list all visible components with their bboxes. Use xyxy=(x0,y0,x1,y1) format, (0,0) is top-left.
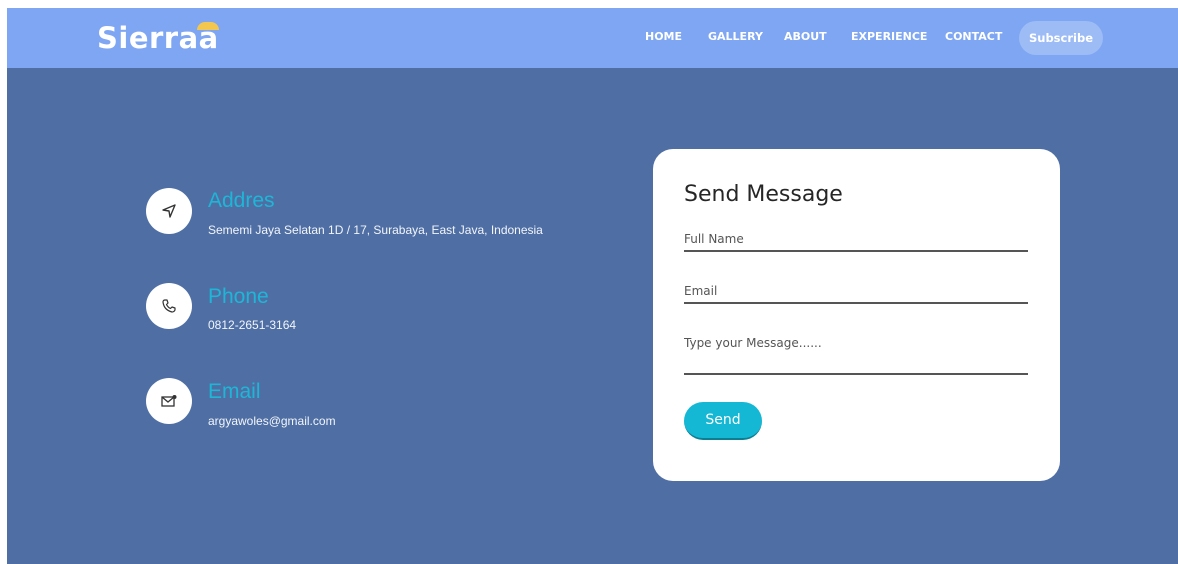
phone-text: 0812-2651-3164 xyxy=(208,318,297,332)
address-text: Sememi Jaya Selatan 1D / 17, Surabaya, E… xyxy=(208,223,543,237)
logo[interactable]: Sierraa xyxy=(97,21,219,55)
send-button[interactable]: Send xyxy=(684,402,762,440)
send-message-card: Send Message Send xyxy=(653,149,1060,481)
nav-experience[interactable]: EXPERIENCE xyxy=(851,30,927,43)
nav-about[interactable]: ABOUT xyxy=(784,30,827,43)
subscribe-button[interactable]: Subscribe xyxy=(1019,21,1103,55)
nav-contact[interactable]: CONTACT xyxy=(945,30,1002,43)
address-icon-circle xyxy=(146,188,192,234)
full-name-field[interactable] xyxy=(684,227,1028,252)
phone-icon xyxy=(162,299,176,313)
address-title: Addres xyxy=(208,189,275,212)
form-title: Send Message xyxy=(684,182,843,207)
header-bar: Sierraa HOME GALLERY ABOUT EXPERIENCE CO… xyxy=(7,8,1178,68)
nav-gallery[interactable]: GALLERY xyxy=(708,30,763,43)
message-field[interactable] xyxy=(684,335,1028,375)
phone-icon-circle xyxy=(146,283,192,329)
email-icon-circle xyxy=(146,378,192,424)
email-title: Email xyxy=(208,380,261,403)
phone-title: Phone xyxy=(208,285,269,308)
mail-icon xyxy=(161,395,177,407)
page: Sierraa HOME GALLERY ABOUT EXPERIENCE CO… xyxy=(7,8,1178,564)
navigation-arrow-icon xyxy=(162,204,176,218)
email-field[interactable] xyxy=(684,279,1028,304)
email-text: argyawoles@gmail.com xyxy=(208,414,336,428)
nav-home[interactable]: HOME xyxy=(645,30,682,43)
